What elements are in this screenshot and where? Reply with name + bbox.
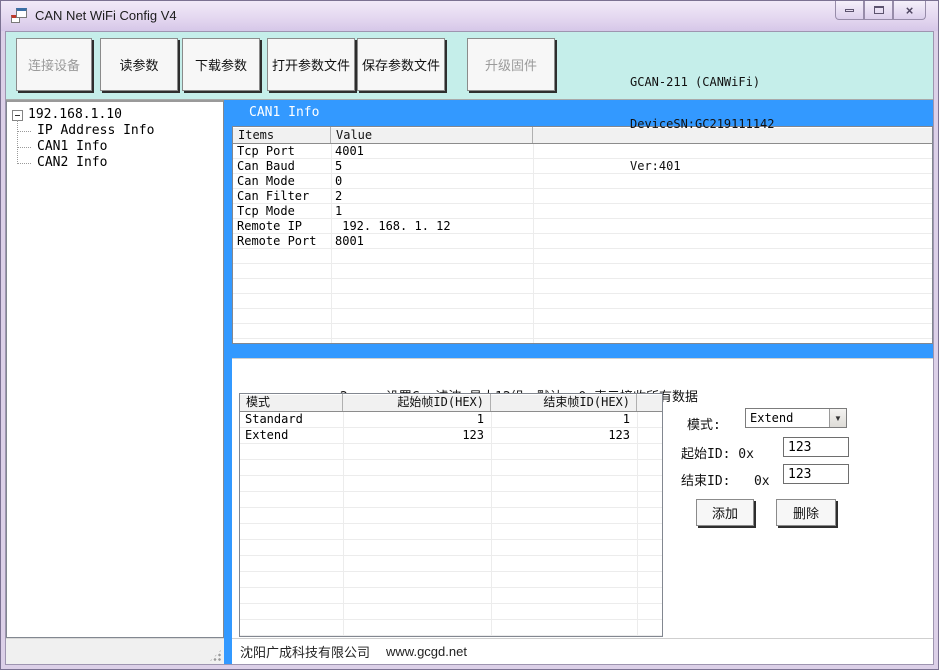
table-row[interactable]: Remote IP 192. 168. 1. 12 [233, 219, 932, 234]
filter-end-id: 123 [491, 428, 637, 444]
column-header-start-id[interactable]: 起始帧ID(HEX) [343, 394, 491, 411]
app-icon [11, 8, 27, 23]
column-header-mode[interactable]: 模式 [240, 394, 343, 411]
client-area: 连接设备 读参数 下载参数 打开参数文件 保存参数文件 升级固件 GCAN-21… [5, 31, 934, 665]
resize-grip-icon[interactable] [209, 649, 222, 662]
filter-end-id: 1 [491, 412, 637, 428]
content-area: 192.168.1.10 IP Address Info CAN1 Info C… [6, 100, 933, 638]
table-row[interactable]: Tcp Port4001 [233, 144, 932, 159]
table-row[interactable]: Tcp Mode1 [233, 204, 932, 219]
param-value: 5 [331, 159, 533, 174]
start-id-label: 起始ID: 0x [681, 443, 754, 462]
panel-separator [232, 344, 933, 358]
param-value: 4001 [331, 144, 533, 159]
delete-filter-button[interactable]: 删除 [776, 499, 836, 526]
filter-start-id: 1 [343, 412, 491, 428]
status-bar: 沈阳广成科技有限公司 www.gcgd.net [6, 638, 933, 664]
splitter[interactable] [224, 638, 232, 664]
app-window: CAN Net WiFi Config V4 × 连接设备 读参数 下载参数 打… [0, 0, 939, 670]
filter-table-body: Standard11 Extend123123 [240, 412, 662, 636]
end-id-label: 结束ID: 0x [681, 470, 770, 489]
open-param-file-button[interactable]: 打开参数文件 [267, 38, 355, 91]
mode-label: 模式: [687, 414, 721, 433]
column-header-value[interactable]: Value [331, 127, 533, 143]
device-tree: 192.168.1.10 IP Address Info CAN1 Info C… [6, 100, 224, 638]
status-left-strip [6, 638, 224, 664]
upgrade-firmware-button[interactable]: 升级固件 [467, 38, 555, 91]
column-header-end-id[interactable]: 结束帧ID(HEX) [491, 394, 637, 411]
param-name: Tcp Mode [233, 204, 331, 219]
params-table-body: Tcp Port4001 Can Baud5 Can Mode0 Can Fil… [233, 144, 932, 343]
collapse-icon[interactable] [12, 110, 23, 121]
param-value: 1 [331, 204, 533, 219]
table-row[interactable]: Can Baud5 [233, 159, 932, 174]
filter-table-header: 模式 起始帧ID(HEX) 结束帧ID(HEX) [240, 394, 662, 412]
maximize-button[interactable] [864, 1, 893, 20]
mode-select-value: Extend [746, 409, 829, 427]
device-model: GCAN-211 (CANWiFi) [630, 75, 775, 89]
params-table-header: Items Value [233, 127, 932, 144]
table-row[interactable]: Extend123123 [240, 428, 662, 444]
save-param-file-button[interactable]: 保存参数文件 [357, 38, 445, 91]
param-name: Can Baud [233, 159, 331, 174]
tree-node-device[interactable]: 192.168.1.10 [9, 107, 221, 123]
param-value: 0 [331, 174, 533, 189]
mode-select[interactable]: Extend ▼ [745, 408, 847, 428]
column-header-blank [637, 394, 662, 411]
param-name: Remote IP [233, 219, 331, 234]
param-name: Can Mode [233, 174, 331, 189]
device-info: GCAN-211 (CANWiFi) DeviceSN:GC219111142 … [630, 47, 775, 201]
end-id-input[interactable] [783, 464, 849, 484]
can-filter-panel: 2设置Can滤波 最大12组，默认: 0 表示接收所有数据 模式 起始帧ID(H… [232, 358, 933, 638]
can1-params-table: Items Value Tcp Port4001 Can Baud5 Can M… [232, 126, 933, 344]
window-controls: × [835, 1, 926, 20]
param-name: Remote Port [233, 234, 331, 249]
toolbar: 连接设备 读参数 下载参数 打开参数文件 保存参数文件 升级固件 GCAN-21… [6, 32, 933, 100]
main-panel: CAN1 Info Items Value Tcp Port4001 Can B… [224, 100, 933, 638]
tree-node-can1-info[interactable]: CAN1 Info [33, 139, 221, 155]
close-button[interactable]: × [893, 1, 926, 20]
maximize-icon [874, 6, 884, 14]
download-params-button[interactable]: 下载参数 [182, 38, 260, 91]
add-filter-button[interactable]: 添加 [696, 499, 754, 526]
minimize-button[interactable] [835, 1, 864, 20]
filter-table: 模式 起始帧ID(HEX) 结束帧ID(HEX) Standard11 Exte… [239, 393, 663, 637]
tree-children: IP Address Info CAN1 Info CAN2 Info [33, 123, 221, 171]
device-serial: DeviceSN:GC219111142 [630, 117, 775, 131]
filter-mode: Extend [240, 428, 343, 444]
read-params-button[interactable]: 读参数 [100, 38, 178, 91]
table-row[interactable]: Can Filter2 [233, 189, 932, 204]
tree-node-can2-info[interactable]: CAN2 Info [33, 155, 221, 171]
company-name: 沈阳广成科技有限公司 [240, 642, 370, 661]
filter-start-id: 123 [343, 428, 491, 444]
tree-node-ip-address-info[interactable]: IP Address Info [33, 123, 221, 139]
close-icon: × [906, 4, 914, 17]
table-row[interactable]: Standard11 [240, 412, 662, 428]
minimize-icon [845, 9, 854, 12]
column-header-items[interactable]: Items [233, 127, 331, 143]
param-name: Tcp Port [233, 144, 331, 159]
device-version: Ver:401 [630, 159, 775, 173]
connect-device-button[interactable]: 连接设备 [16, 38, 92, 91]
table-row[interactable]: Remote Port8001 [233, 234, 932, 249]
param-value: 8001 [331, 234, 533, 249]
start-id-input[interactable] [783, 437, 849, 457]
table-row[interactable]: Can Mode0 [233, 174, 932, 189]
website-link: www.gcgd.net [386, 644, 467, 659]
param-value: 2 [331, 189, 533, 204]
window-title: CAN Net WiFi Config V4 [35, 8, 177, 23]
chevron-down-icon[interactable]: ▼ [829, 409, 846, 427]
param-value: 192. 168. 1. 12 [331, 219, 533, 234]
tree-root-label: 192.168.1.10 [28, 107, 122, 123]
title-bar[interactable]: CAN Net WiFi Config V4 × [1, 1, 938, 31]
status-text: 沈阳广成科技有限公司 www.gcgd.net [232, 638, 933, 664]
param-name: Can Filter [233, 189, 331, 204]
filter-mode: Standard [240, 412, 343, 428]
panel-title: CAN1 Info [232, 100, 933, 126]
